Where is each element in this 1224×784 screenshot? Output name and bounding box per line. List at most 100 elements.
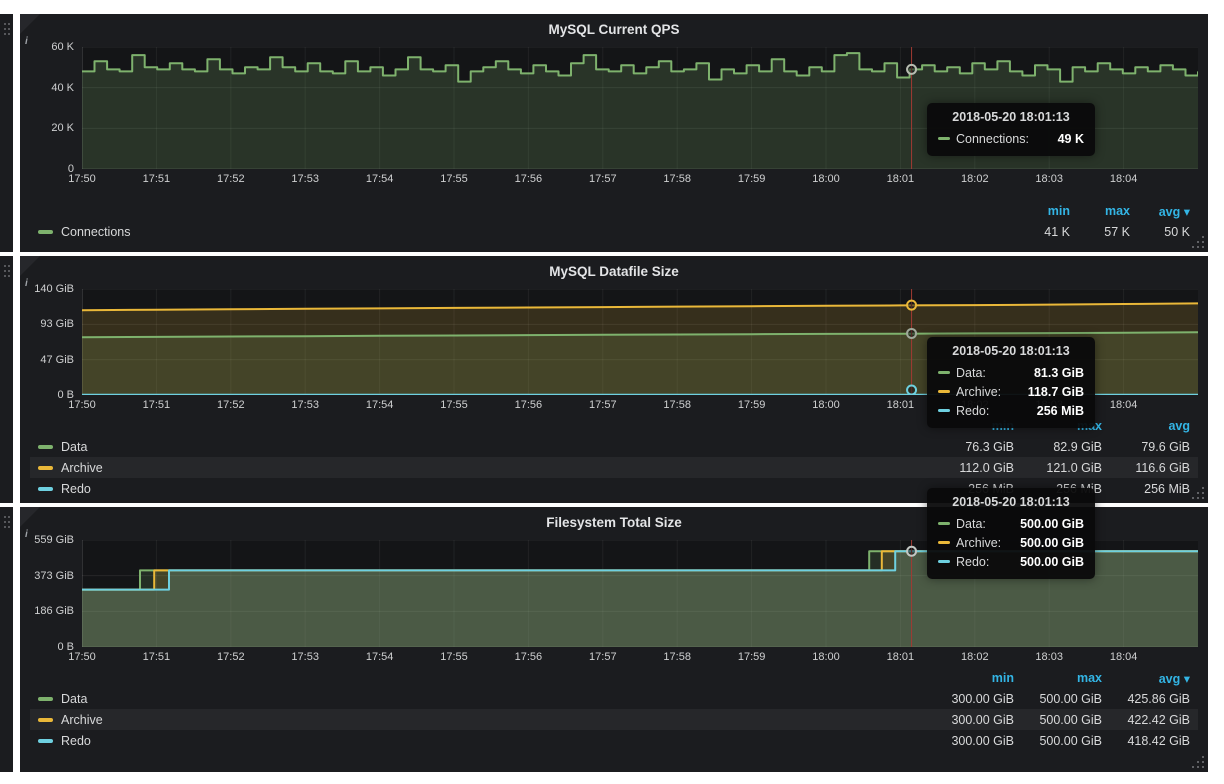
x-axis-label: 17:53	[291, 651, 319, 663]
legend-col-header[interactable]: min	[926, 419, 1014, 433]
x-axis: 17:5017:5117:5217:5317:5417:5517:5617:57…	[82, 169, 1198, 187]
legend-series-dash-icon	[38, 466, 53, 470]
x-axis-label: 17:50	[68, 651, 96, 663]
x-axis-label: 17:58	[663, 651, 691, 663]
legend-value: 41 K	[1010, 225, 1070, 239]
x-axis-label: 17:52	[217, 173, 245, 185]
legend-value: 256 MiB	[1014, 482, 1102, 496]
y-axis-label: 93 GiB	[40, 318, 74, 330]
legend-series-name: Redo	[61, 482, 91, 496]
series-fill-redo	[82, 551, 1198, 647]
legend-value: 300.00 GiB	[926, 692, 1014, 706]
plot-area[interactable]	[82, 540, 1198, 647]
legend-value: 500.00 GiB	[1014, 713, 1102, 727]
point-marker-icon	[907, 301, 916, 310]
x-axis-label: 18:00	[812, 399, 840, 411]
legend-series-name: Data	[61, 440, 87, 454]
x-axis-label: 18:01	[887, 651, 915, 663]
legend-series-name: Connections	[61, 225, 131, 239]
legend-series-toggle[interactable]: Archive	[38, 461, 926, 475]
x-axis-label: 17:58	[663, 173, 691, 185]
panel-resize-handle[interactable]	[1202, 246, 1204, 248]
x-axis-label: 17:52	[217, 399, 245, 411]
panel-title[interactable]: MySQL Datafile Size	[30, 256, 1198, 285]
drag-grip-icon[interactable]	[4, 516, 6, 518]
y-axis-label: 373 GiB	[34, 570, 74, 582]
legend-col-header[interactable]: max	[1014, 671, 1102, 685]
panel-title[interactable]: Filesystem Total Size	[30, 507, 1198, 536]
chart-row: 60 K40 K20 K0	[30, 47, 1198, 169]
drag-grip-icon[interactable]	[4, 265, 6, 267]
panel-title[interactable]: MySQL Current QPS	[30, 14, 1198, 43]
legend-col-header[interactable]: min	[1010, 204, 1070, 218]
x-axis-label: 17:51	[143, 651, 171, 663]
x-axis-label: 18:03	[1035, 651, 1063, 663]
legend-row: Data76.3 GiB82.9 GiB79.6 GiB	[30, 436, 1198, 457]
legend-series-toggle[interactable]: Archive	[38, 713, 926, 727]
legend-series-toggle[interactable]: Data	[38, 440, 926, 454]
panel-mysql-datafile-size: i MySQL Datafile Size 140 GiB 93 GiB 47 Gi…	[20, 256, 1208, 503]
plot-area[interactable]	[82, 47, 1198, 169]
legend-col-header[interactable]: min	[926, 671, 1014, 685]
panel-info-corner[interactable]: i	[20, 14, 40, 34]
x-axis-label: 17:53	[291, 399, 319, 411]
x-axis-label: 18:03	[1035, 173, 1063, 185]
x-axis-label: 17:51	[143, 399, 171, 411]
legend: minmaxavgData76.3 GiB82.9 GiB79.6 GiBArc…	[30, 416, 1198, 499]
legend-series-name: Data	[61, 692, 87, 706]
legend-value: 300.00 GiB	[926, 734, 1014, 748]
x-axis-label: 17:52	[217, 651, 245, 663]
y-axis: 140 GiB93 GiB47 GiB0 B	[30, 289, 82, 395]
legend-col-header[interactable]: avg	[1102, 419, 1190, 433]
x-axis-label: 17:51	[143, 173, 171, 185]
point-marker-icon	[907, 329, 916, 338]
x-axis-label: 17:56	[515, 399, 543, 411]
y-axis-label: 20 K	[51, 122, 74, 134]
panel-resize-handle[interactable]	[1202, 766, 1204, 768]
legend-series-name: Redo	[61, 734, 91, 748]
panel-filesystem-total-size: i Filesystem Total Size 559 GiB373 GiB18…	[20, 507, 1208, 772]
y-axis: 60 K40 K20 K0	[30, 47, 82, 169]
legend-series-dash-icon	[38, 445, 53, 449]
y-axis-label: 140 GiB	[34, 283, 74, 295]
legend-header-row: minmaxavg ▾	[30, 201, 1198, 221]
y-axis-label: 40 K	[51, 82, 74, 94]
legend-series-dash-icon	[38, 739, 53, 743]
series-fill-connections	[82, 53, 1198, 169]
legend-value: 76.3 GiB	[926, 440, 1014, 454]
panel-resize-handle[interactable]	[1202, 497, 1204, 499]
panel-info-corner[interactable]: i	[20, 507, 40, 527]
legend-value: 256 MiB	[1102, 482, 1190, 496]
x-axis: 17:5017:5117:5217:5317:5417:5517:5617:57…	[82, 395, 1198, 413]
x-axis-label: 17:53	[291, 173, 319, 185]
legend-col-header[interactable]: max	[1070, 204, 1130, 218]
x-axis-label: 18:02	[961, 651, 989, 663]
y-axis-label: 559 GiB	[34, 534, 74, 546]
legend-value: 422.42 GiB	[1102, 713, 1190, 727]
legend-value: 82.9 GiB	[1014, 440, 1102, 454]
x-axis-label: 18:01	[887, 399, 915, 411]
legend-header-row: minmaxavg ▾	[30, 668, 1198, 688]
point-marker-icon	[907, 65, 916, 74]
legend-col-header[interactable]: avg ▾	[1102, 671, 1190, 686]
x-axis-label: 18:02	[961, 173, 989, 185]
drag-grip-icon[interactable]	[4, 23, 6, 25]
legend-series-toggle[interactable]: Data	[38, 692, 926, 706]
plot-area[interactable]	[82, 289, 1198, 395]
legend-value: 256 MiB	[926, 482, 1014, 496]
legend-col-header[interactable]: avg ▾	[1130, 204, 1190, 219]
x-axis-label: 18:03	[1035, 399, 1063, 411]
y-axis-label: 47 GiB	[40, 354, 74, 366]
x-axis-label: 17:56	[515, 173, 543, 185]
legend-series-toggle[interactable]: Connections	[38, 225, 1010, 239]
legend-col-header[interactable]: max	[1014, 419, 1102, 433]
chart-row: 559 GiB373 GiB186 GiB0 B	[30, 540, 1198, 647]
legend-series-toggle[interactable]: Redo	[38, 734, 926, 748]
info-icon: i	[25, 36, 28, 47]
x-axis-label: 17:59	[738, 173, 766, 185]
panel-info-corner[interactable]: i	[20, 256, 40, 276]
chart-canvas	[82, 289, 1198, 395]
legend-series-toggle[interactable]: Redo	[38, 482, 926, 496]
legend-value: 500.00 GiB	[1014, 734, 1102, 748]
x-axis-label: 17:54	[366, 651, 394, 663]
